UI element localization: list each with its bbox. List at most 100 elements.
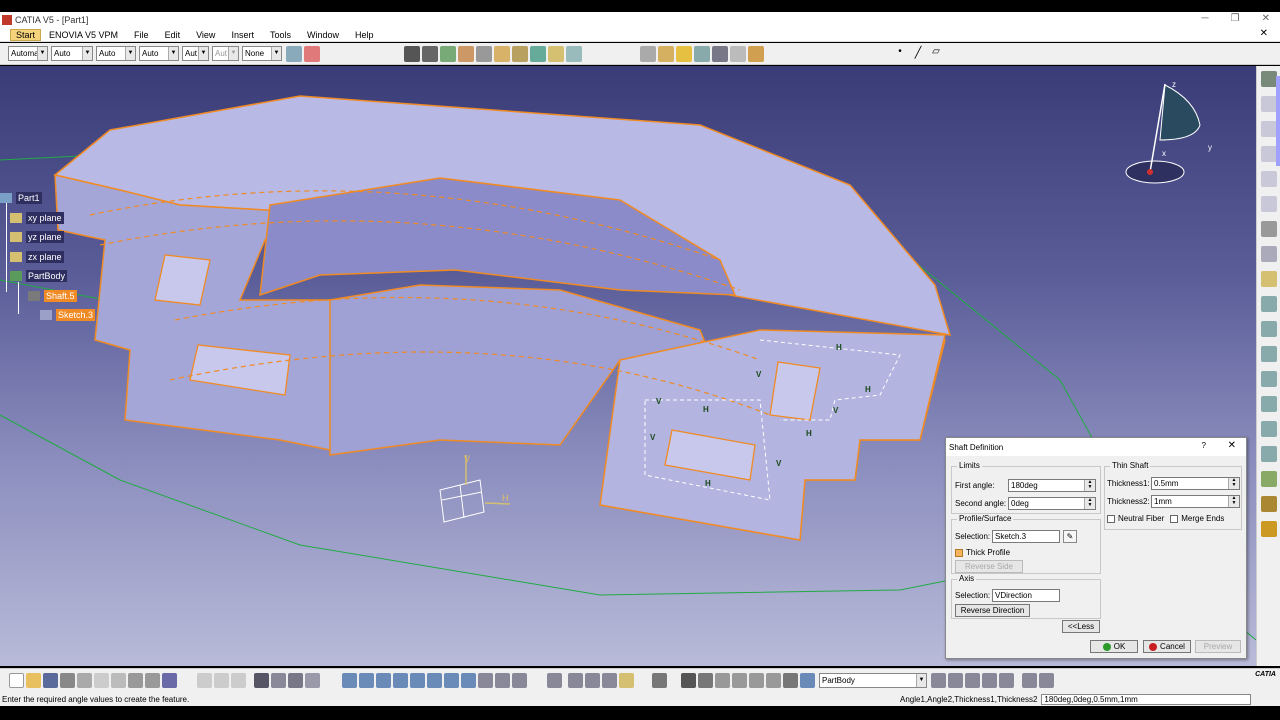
parameter-field[interactable]: 180deg,0deg,0.5mm,1mm bbox=[1041, 693, 1252, 705]
pocket-icon[interactable] bbox=[422, 45, 438, 62]
camera-icon[interactable] bbox=[652, 673, 667, 688]
new-icon[interactable] bbox=[9, 673, 24, 688]
hide-show-icon[interactable] bbox=[495, 673, 510, 688]
spinner-icon[interactable]: ▲ ▼ bbox=[1084, 480, 1095, 491]
ok-button[interactable]: OK bbox=[1090, 640, 1138, 653]
point-icon[interactable] bbox=[732, 673, 747, 688]
comment-icon[interactable] bbox=[214, 673, 229, 688]
layer-combo[interactable]: None ▼ bbox=[242, 46, 282, 61]
thickness2-field[interactable]: 1mm ▲ ▼ bbox=[1151, 495, 1240, 508]
axis-selection-field[interactable]: VDirection bbox=[992, 589, 1060, 602]
sketch-icon[interactable] bbox=[1261, 246, 1277, 262]
toolbar-icon[interactable] bbox=[1261, 446, 1277, 462]
swap-space-icon[interactable] bbox=[512, 673, 527, 688]
tree-node-yz-plane[interactable]: yz plane bbox=[10, 231, 64, 243]
filter-icon[interactable] bbox=[783, 673, 798, 688]
line-thickness-combo[interactable]: Auto ▼ bbox=[96, 46, 136, 61]
menu-window[interactable]: Window bbox=[299, 30, 347, 40]
slot-icon[interactable] bbox=[512, 45, 528, 62]
table-icon[interactable] bbox=[254, 673, 269, 688]
tree-node-part1[interactable]: Part1 bbox=[0, 192, 42, 204]
zoom-out-icon[interactable] bbox=[427, 673, 442, 688]
profile-selection-field[interactable]: Sketch.3 bbox=[992, 530, 1060, 543]
menu-insert[interactable]: Insert bbox=[223, 30, 262, 40]
remove-loft-icon[interactable] bbox=[566, 45, 582, 62]
toolbar-icon[interactable] bbox=[1261, 96, 1277, 112]
curve-icon[interactable] bbox=[766, 673, 781, 688]
sketch-icon[interactable] bbox=[568, 673, 583, 688]
close-icon[interactable]: ✕ bbox=[1262, 13, 1270, 24]
wrench-icon[interactable] bbox=[305, 673, 320, 688]
body-combo[interactable]: PartBody ▼ bbox=[819, 673, 927, 688]
copy-icon[interactable] bbox=[94, 673, 109, 688]
less-button[interactable]: <<Less bbox=[1062, 620, 1100, 633]
boolean-icon[interactable] bbox=[931, 673, 946, 688]
spinner-icon[interactable]: ▲ ▼ bbox=[1228, 496, 1239, 507]
paste-icon[interactable] bbox=[111, 673, 126, 688]
select-arrow-icon[interactable] bbox=[1261, 221, 1277, 237]
update-icon[interactable] bbox=[547, 673, 562, 688]
boolean-icon[interactable] bbox=[999, 673, 1014, 688]
point-type-combo[interactable]: Aut ▼ bbox=[182, 46, 209, 61]
zoom-in-icon[interactable] bbox=[410, 673, 425, 688]
point-icon[interactable]: • bbox=[892, 46, 908, 62]
shell-icon[interactable] bbox=[694, 45, 710, 62]
menu-edit[interactable]: Edit bbox=[157, 30, 189, 40]
sketcher-icon[interactable]: ✎ bbox=[1063, 530, 1077, 543]
point-icon[interactable] bbox=[749, 673, 764, 688]
pad-icon[interactable] bbox=[404, 45, 420, 62]
constraint-icon[interactable] bbox=[602, 673, 617, 688]
menu-view[interactable]: View bbox=[188, 30, 223, 40]
toolbar-icon[interactable] bbox=[1261, 121, 1277, 137]
measure-icon[interactable] bbox=[1261, 496, 1277, 512]
axis-system-icon[interactable] bbox=[681, 673, 696, 688]
redo-icon[interactable] bbox=[145, 673, 160, 688]
line-type-combo[interactable]: Auto ▼ bbox=[139, 46, 179, 61]
graphic-properties-icon[interactable] bbox=[304, 45, 320, 62]
maximize-icon[interactable]: ❐ bbox=[1231, 13, 1240, 24]
undo-icon[interactable] bbox=[128, 673, 143, 688]
thick-profile-checkbox[interactable] bbox=[955, 548, 963, 557]
toolbar-icon[interactable] bbox=[1261, 321, 1277, 337]
cut-icon[interactable] bbox=[77, 673, 92, 688]
second-angle-field[interactable]: 0deg ▲ ▼ bbox=[1008, 497, 1096, 510]
fly-mode-icon[interactable] bbox=[342, 673, 357, 688]
line-icon[interactable]: ╱ bbox=[910, 46, 926, 62]
plane-icon[interactable] bbox=[800, 673, 815, 688]
rotate-icon[interactable] bbox=[393, 673, 408, 688]
first-angle-field[interactable]: 180deg ▲ ▼ bbox=[1008, 479, 1096, 492]
analysis-icon[interactable] bbox=[1261, 521, 1277, 537]
thread-icon[interactable] bbox=[730, 45, 746, 62]
tree-node-xy-plane[interactable]: xy plane bbox=[10, 212, 64, 224]
toolbar-icon[interactable] bbox=[1261, 346, 1277, 362]
transparency-combo[interactable]: Auto ▼ bbox=[51, 46, 93, 61]
tree-node-partbody[interactable]: PartBody bbox=[10, 270, 68, 282]
save-icon[interactable] bbox=[43, 673, 58, 688]
pan-icon[interactable] bbox=[376, 673, 391, 688]
open-icon[interactable] bbox=[26, 673, 41, 688]
grid-icon[interactable] bbox=[271, 673, 286, 688]
close-icon[interactable]: ✕ bbox=[1228, 440, 1236, 451]
cancel-button[interactable]: Cancel bbox=[1143, 640, 1191, 653]
catalog-icon[interactable] bbox=[288, 673, 303, 688]
document-close-icon[interactable]: ✕ bbox=[1260, 28, 1268, 39]
toolbar-icon[interactable] bbox=[1261, 171, 1277, 187]
color-combo[interactable]: Automa ▼ bbox=[8, 46, 48, 61]
boolean-icon[interactable] bbox=[965, 673, 980, 688]
bottle-icon[interactable] bbox=[619, 673, 634, 688]
edge-fillet-icon[interactable] bbox=[640, 45, 656, 62]
thickness1-field[interactable]: 0.5mm ▲ ▼ bbox=[1151, 477, 1240, 490]
help-icon[interactable]: ? bbox=[1202, 441, 1206, 450]
toolbar-icon[interactable] bbox=[1261, 146, 1277, 162]
draft-icon[interactable] bbox=[676, 45, 692, 62]
spinner-icon[interactable]: ▲ ▼ bbox=[1228, 478, 1239, 489]
toolbar-icon[interactable] bbox=[1261, 396, 1277, 412]
refresh-icon[interactable] bbox=[698, 673, 713, 688]
knowledge-icon[interactable] bbox=[231, 673, 246, 688]
toolbar-icon[interactable] bbox=[1261, 421, 1277, 437]
merge-ends-checkbox[interactable] bbox=[1170, 514, 1179, 523]
fit-all-icon[interactable] bbox=[359, 673, 374, 688]
material-icon[interactable] bbox=[1261, 471, 1277, 487]
format-painter-icon[interactable] bbox=[286, 45, 302, 62]
menu-help[interactable]: Help bbox=[347, 30, 382, 40]
